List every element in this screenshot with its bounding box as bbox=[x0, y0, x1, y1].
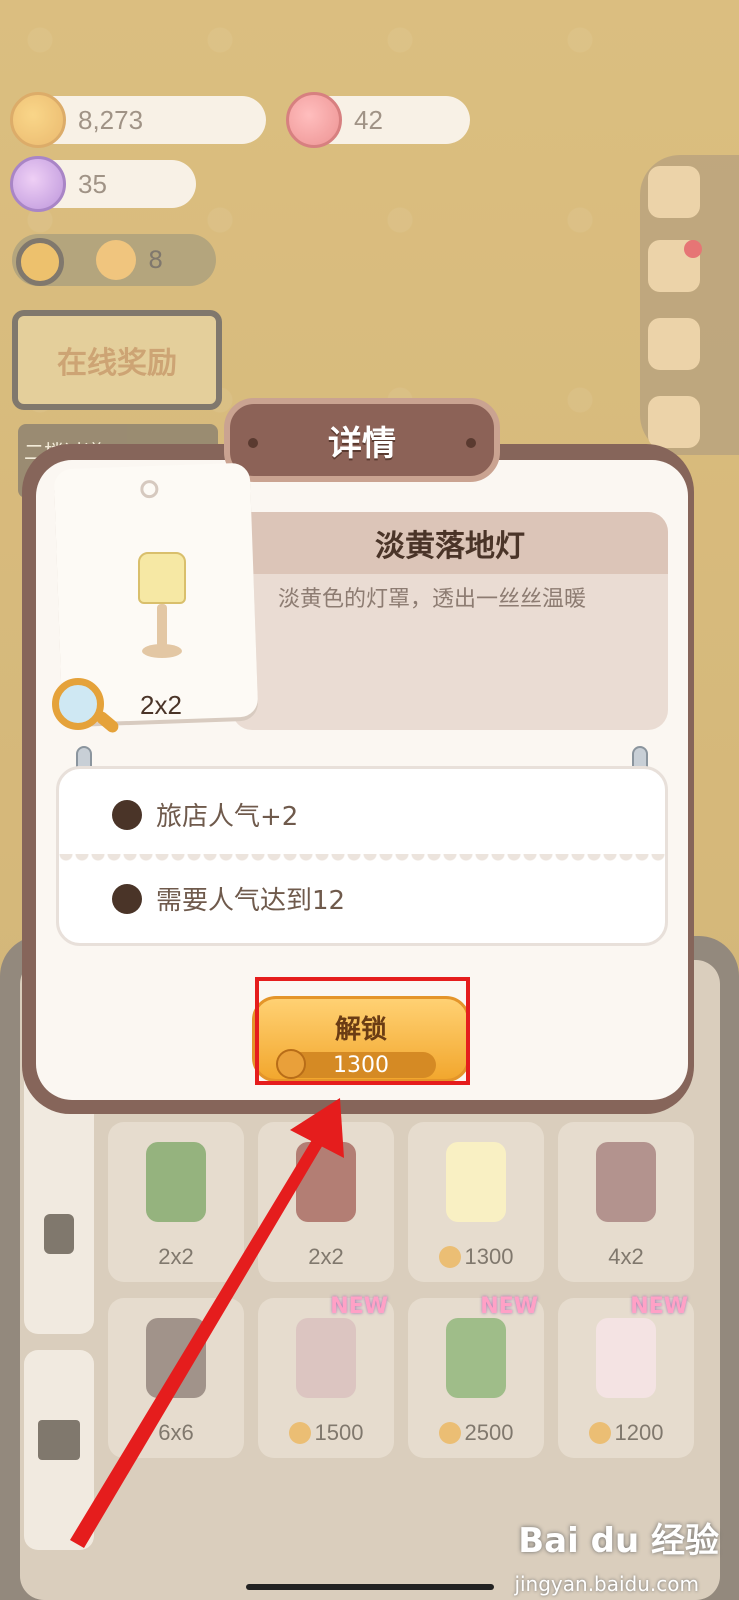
lamp-base bbox=[142, 644, 182, 658]
magnifier-icon[interactable] bbox=[52, 678, 104, 730]
watermark-url: jingyan.baidu.com bbox=[514, 1572, 699, 1596]
perk-row-requirement: 需要人气达到12 bbox=[112, 880, 345, 917]
perk-divider bbox=[58, 854, 666, 866]
item-description: 淡黄色的灯罩，透出一丝丝温暖 bbox=[278, 587, 587, 612]
modal-title-tab: 详情 bbox=[224, 398, 500, 482]
highlight-box bbox=[255, 977, 470, 1085]
popularity-icon bbox=[112, 883, 142, 914]
perk-row-popularity: 旅店人气+2 bbox=[112, 796, 298, 833]
lamp-pole bbox=[157, 604, 167, 648]
perk-text: 需要人气达到12 bbox=[156, 886, 346, 916]
modal-title: 详情 bbox=[328, 423, 396, 464]
home-indicator[interactable] bbox=[246, 1584, 494, 1590]
tag-hole bbox=[140, 479, 159, 499]
perk-text: 旅店人气+2 bbox=[156, 802, 299, 832]
floor-lamp-icon bbox=[138, 552, 186, 604]
watermark-brand: Bai du 经验 bbox=[518, 1521, 719, 1561]
item-size: 2x2 bbox=[140, 690, 182, 720]
item-name: 淡黄落地灯 bbox=[232, 512, 668, 574]
popularity-icon bbox=[112, 799, 142, 830]
